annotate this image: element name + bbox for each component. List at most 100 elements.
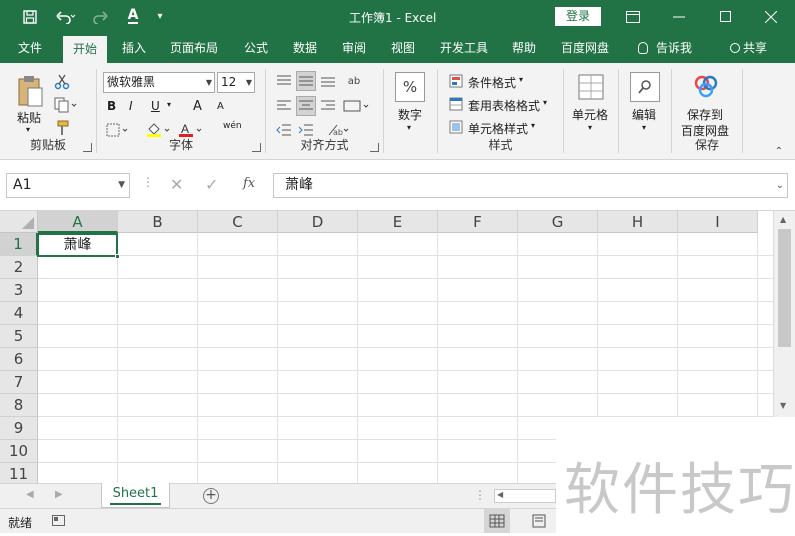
enter-icon[interactable]: ✓ bbox=[205, 175, 218, 194]
font-launcher-icon[interactable] bbox=[252, 143, 261, 152]
baidu-netdisk-icon[interactable] bbox=[691, 71, 721, 101]
scroll-left-icon[interactable]: ◀ bbox=[497, 490, 503, 499]
number-dropdown-icon[interactable]: ▾ bbox=[407, 123, 411, 132]
row-header-2[interactable]: 2 bbox=[0, 256, 38, 279]
row-header-5[interactable]: 5 bbox=[0, 325, 38, 348]
scroll-down-icon[interactable]: ▼ bbox=[780, 401, 786, 410]
column-header-b[interactable]: B bbox=[118, 211, 198, 233]
cut-icon[interactable] bbox=[53, 73, 71, 91]
chevron-down-icon[interactable]: ▾ bbox=[543, 98, 547, 107]
close-icon[interactable] bbox=[748, 0, 794, 33]
cells-icon[interactable] bbox=[576, 72, 606, 102]
cell-a1[interactable]: 萧峰 bbox=[37, 233, 118, 257]
grow-font-button[interactable]: A bbox=[193, 99, 202, 114]
column-header-f[interactable]: F bbox=[438, 211, 518, 233]
page-layout-view-icon[interactable] bbox=[526, 509, 552, 533]
tell-me-search[interactable]: 告诉我 bbox=[628, 33, 702, 63]
bold-button[interactable]: B bbox=[107, 99, 116, 113]
clipboard-launcher-icon[interactable] bbox=[83, 143, 92, 152]
conditional-format-button[interactable]: 条件格式 bbox=[468, 74, 516, 91]
column-header-d[interactable]: D bbox=[278, 211, 358, 233]
underline-dropdown-icon[interactable]: ▾ bbox=[167, 100, 171, 109]
tab-formulas[interactable]: 公式 bbox=[234, 33, 278, 63]
copy-icon[interactable] bbox=[53, 96, 79, 114]
fill-handle[interactable] bbox=[115, 254, 120, 259]
customize-qat-icon[interactable]: ▾ bbox=[147, 0, 173, 33]
collapse-ribbon-icon[interactable]: ⌃ bbox=[772, 145, 786, 157]
chevron-down-icon[interactable]: ▼ bbox=[118, 174, 125, 197]
add-sheet-icon[interactable]: + bbox=[203, 488, 219, 504]
middle-align-icon[interactable] bbox=[296, 71, 316, 91]
column-header-c[interactable]: C bbox=[198, 211, 278, 233]
paste-dropdown-icon[interactable]: ▾ bbox=[26, 125, 30, 134]
tab-page-layout[interactable]: 页面布局 bbox=[160, 33, 228, 63]
editing-label[interactable]: 编辑 bbox=[632, 106, 656, 123]
row-header-11[interactable]: 11 bbox=[0, 463, 38, 483]
format-as-table-icon[interactable] bbox=[448, 96, 464, 112]
chevron-down-icon[interactable]: ▾ bbox=[519, 75, 523, 84]
tab-help[interactable]: 帮助 bbox=[502, 33, 546, 63]
cell-styles-button[interactable]: 单元格样式 bbox=[468, 120, 528, 137]
paste-icon[interactable] bbox=[14, 73, 48, 109]
row-header-3[interactable]: 3 bbox=[0, 279, 38, 302]
tab-data[interactable]: 数据 bbox=[283, 33, 327, 63]
merge-center-icon[interactable] bbox=[342, 96, 372, 116]
tab-insert[interactable]: 插入 bbox=[112, 33, 156, 63]
editing-dropdown-icon[interactable]: ▾ bbox=[642, 123, 646, 132]
cancel-icon[interactable]: ✕ bbox=[170, 175, 183, 194]
formula-input[interactable]: 萧峰 ⌄ bbox=[273, 173, 788, 198]
alignment-launcher-icon[interactable] bbox=[370, 143, 379, 152]
number-label[interactable]: 数字 bbox=[398, 106, 422, 123]
insert-function-icon[interactable]: fx bbox=[243, 176, 255, 191]
tab-developer[interactable]: 开发工具 bbox=[430, 33, 498, 63]
format-as-table-button[interactable]: 套用表格格式 bbox=[468, 97, 540, 114]
undo-icon[interactable] bbox=[50, 0, 82, 33]
row-header-6[interactable]: 6 bbox=[0, 348, 38, 371]
maximize-icon[interactable] bbox=[702, 0, 748, 33]
align-left-icon[interactable] bbox=[274, 96, 294, 116]
row-header-8[interactable]: 8 bbox=[0, 394, 38, 417]
font-size-combo[interactable]: 12 ▼ bbox=[217, 72, 255, 93]
orientation-icon[interactable]: ab bbox=[344, 71, 364, 91]
scroll-thumb[interactable] bbox=[778, 229, 791, 347]
share-button[interactable]: 共享 bbox=[720, 33, 777, 63]
login-button[interactable]: 登录 bbox=[555, 7, 601, 26]
align-center-icon[interactable] bbox=[296, 96, 316, 116]
font-name-combo[interactable]: 微软雅黑 ▼ bbox=[103, 72, 215, 93]
redo-icon[interactable] bbox=[87, 0, 119, 33]
shrink-font-button[interactable]: A bbox=[217, 101, 224, 112]
italic-button[interactable]: I bbox=[129, 99, 133, 113]
minimize-icon[interactable] bbox=[656, 0, 702, 33]
select-all-corner[interactable] bbox=[0, 211, 38, 233]
expand-formula-icon[interactable]: ⌄ bbox=[776, 174, 784, 197]
ribbon-display-icon[interactable] bbox=[610, 0, 656, 33]
underline-button[interactable]: U bbox=[151, 99, 160, 113]
row-header-9[interactable]: 9 bbox=[0, 417, 38, 440]
normal-view-icon[interactable] bbox=[484, 509, 510, 533]
save-to-label[interactable]: 保存到 bbox=[687, 106, 723, 123]
format-painter-icon[interactable] bbox=[53, 119, 71, 137]
phonetic-button[interactable]: wén bbox=[223, 121, 242, 131]
tab-baidu-netdisk[interactable]: 百度网盘 bbox=[551, 33, 619, 63]
column-header-a[interactable]: A bbox=[38, 211, 118, 233]
number-format-icon[interactable]: % bbox=[395, 72, 425, 102]
column-header-h[interactable]: H bbox=[598, 211, 678, 233]
cell-styles-icon[interactable] bbox=[448, 119, 464, 135]
tab-review[interactable]: 审阅 bbox=[332, 33, 376, 63]
column-header-i[interactable]: I bbox=[678, 211, 758, 233]
tab-file[interactable]: 文件 bbox=[8, 33, 52, 63]
macro-record-icon[interactable] bbox=[52, 515, 65, 526]
column-header-g[interactable]: G bbox=[518, 211, 598, 233]
row-header-10[interactable]: 10 bbox=[0, 440, 38, 463]
chevron-down-icon[interactable]: ▾ bbox=[531, 121, 535, 130]
cells-label[interactable]: 单元格 bbox=[572, 106, 608, 123]
name-box[interactable]: A1 ▼ bbox=[6, 173, 130, 198]
tab-home[interactable]: 开始 bbox=[63, 36, 108, 63]
font-color-icon[interactable]: A bbox=[120, 0, 146, 33]
prev-sheet-icon[interactable]: ◀ bbox=[26, 489, 34, 500]
bottom-align-icon[interactable] bbox=[318, 71, 338, 91]
search-icon[interactable] bbox=[630, 72, 660, 102]
column-header-e[interactable]: E bbox=[358, 211, 438, 233]
top-align-icon[interactable] bbox=[274, 71, 294, 91]
scroll-up-icon[interactable]: ▲ bbox=[780, 215, 786, 224]
